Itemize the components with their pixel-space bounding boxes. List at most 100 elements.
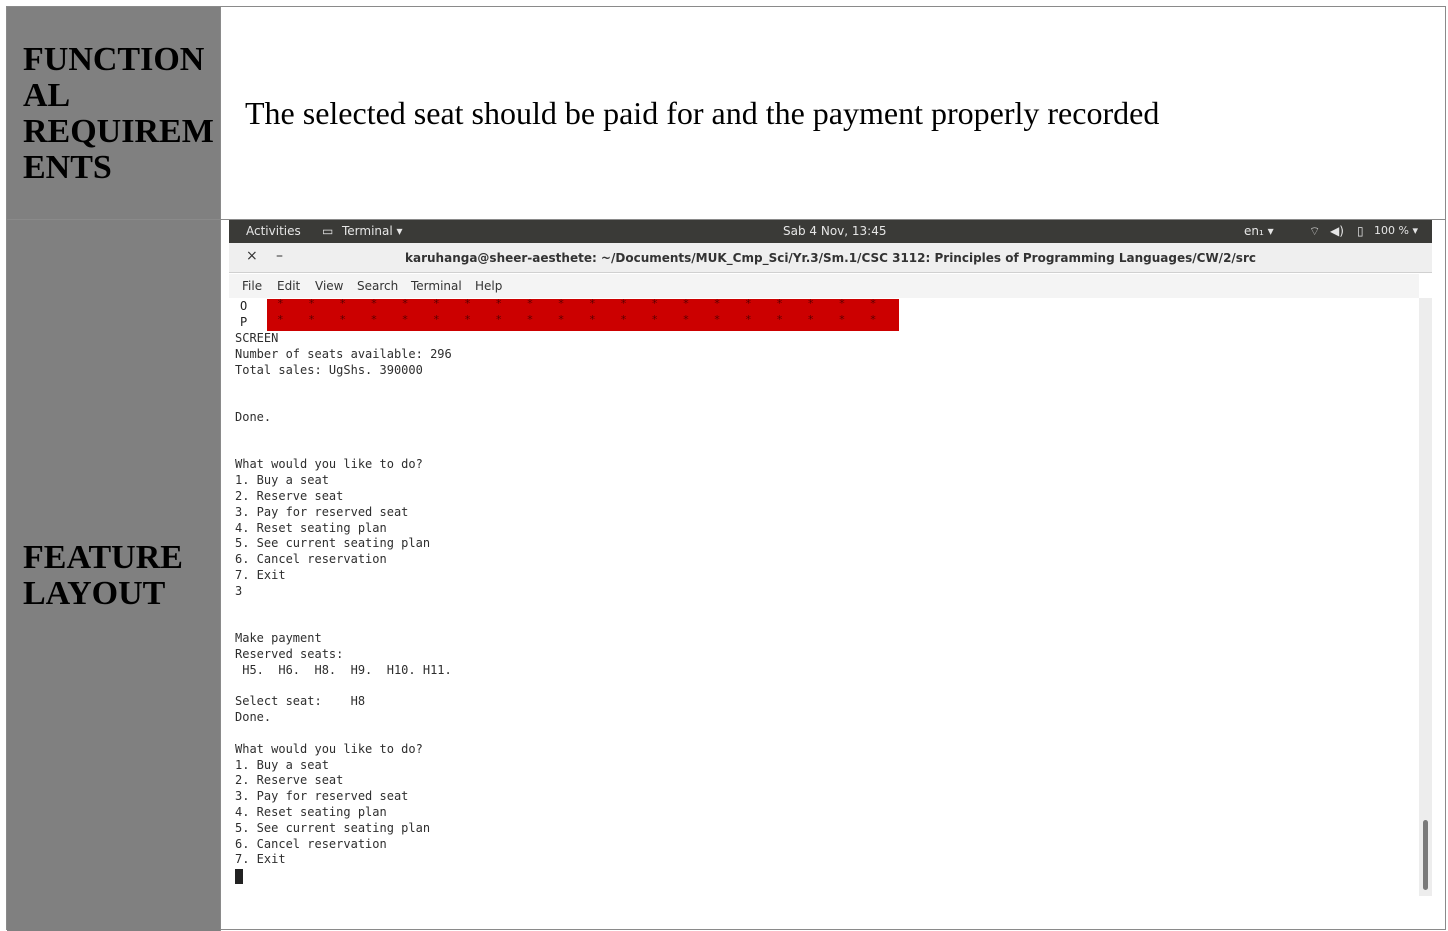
seat-star: * — [401, 313, 409, 326]
seat-row-bar: * * * * * * * * * * * * * * * * * * * * — [267, 313, 899, 331]
battery-level[interactable]: 100 % ▾ — [1374, 224, 1418, 237]
terminal-line: 4. Reset seating plan — [235, 520, 387, 535]
terminal-line: 3. Pay for reserved seat — [235, 504, 409, 519]
terminal-line: Number of seats available: 296 — [235, 346, 452, 361]
seat-star: * — [339, 313, 347, 326]
menu-file[interactable]: File — [242, 279, 262, 293]
seat-star: * — [526, 297, 534, 310]
terminal-line: 1. Buy a seat — [235, 473, 329, 488]
seat-row: P * * * * * * * * * * * * * * * * * * * * — [229, 313, 909, 331]
terminal-line: H5. H6. H8. H9. H10. H11. — [235, 662, 452, 677]
scrollbar-thumb[interactable] — [1423, 820, 1428, 890]
seat-star: * — [745, 313, 752, 326]
seat-star: * — [464, 297, 471, 310]
clock[interactable]: Sab 4 Nov, 13:45 — [783, 224, 886, 238]
seat-star: * — [682, 313, 690, 326]
terminal-line: 4. Reset seating plan — [235, 805, 387, 819]
terminal-cursor — [235, 869, 243, 885]
terminal-line: 6. Cancel reservation — [235, 552, 387, 567]
terminal-output[interactable]: O * * * * * * * * * * * * * * * * * * * * P * * * * * * * * * * * * * * *… — [229, 297, 1419, 896]
volume-icon[interactable]: ◀) — [1330, 224, 1344, 238]
wifi-icon[interactable]: ⌔ — [1309, 224, 1320, 239]
terminal-line: Done. — [235, 710, 272, 725]
language-indicator[interactable]: en₁ ▾ — [1244, 224, 1274, 238]
seat-star: * — [526, 313, 534, 326]
seat-star: * — [838, 297, 846, 310]
seat-star: * — [339, 297, 347, 310]
seat-star: * — [620, 297, 627, 310]
terminal-scrollbar[interactable] — [1419, 298, 1432, 896]
terminal-app-icon: ▭ — [322, 224, 334, 238]
seat-star: * — [651, 297, 659, 310]
seat-star: * — [557, 297, 565, 310]
terminal-screenshot: Activities ▭ Terminal ▾ Sab 4 Nov, 13:45… — [229, 220, 1432, 896]
seat-star: * — [495, 297, 503, 310]
activities-button[interactable]: Activities — [246, 224, 301, 238]
seat-star: * — [713, 297, 721, 310]
seat-star: * — [401, 297, 409, 310]
terminal-line: 7. Exit — [235, 568, 286, 582]
terminal-menubar: File Edit View Search Terminal Help — [229, 274, 1419, 298]
seat-star: * — [807, 313, 815, 326]
seat-row-label: O — [240, 299, 248, 313]
terminal-line: Make payment — [235, 631, 322, 646]
seat-star: * — [557, 313, 565, 326]
terminal-line: 7. Exit — [235, 852, 286, 867]
seat-star: * — [308, 313, 315, 326]
seat-star: * — [277, 313, 284, 326]
window-titlebar: × – karuhanga@sheer-aesthete: ~/Document… — [229, 243, 1432, 273]
requirements-value-cell: The selected seat should be paid for and… — [221, 7, 1445, 220]
seat-star: * — [433, 297, 440, 310]
terminal-line: 1. Buy a seat — [235, 757, 329, 772]
terminal-line: 2. Reserve seat — [235, 773, 344, 788]
terminal-line: 3 — [235, 583, 243, 598]
seat-star: * — [651, 313, 659, 326]
seat-star: * — [776, 313, 783, 326]
terminal-line: 5. See current seating plan — [235, 536, 431, 551]
seat-star: * — [869, 297, 877, 310]
requirements-label-cell: FUNCTION AL REQUIREM ENTS — [7, 7, 221, 220]
seat-star: * — [776, 297, 783, 310]
app-menu-button[interactable]: Terminal ▾ — [342, 224, 403, 238]
gnome-top-bar: Activities ▭ Terminal ▾ Sab 4 Nov, 13:45… — [229, 220, 1432, 243]
menu-view[interactable]: View — [315, 279, 343, 293]
terminal-line: What would you like to do? — [235, 741, 423, 756]
terminal-line: What would you like to do? — [235, 457, 423, 472]
seat-star: * — [464, 313, 471, 326]
seat-row-bar: * * * * * * * * * * * * * * * * * * * * — [267, 297, 899, 315]
terminal-line: 3. Pay for reserved seat — [235, 789, 409, 804]
seat-star: * — [308, 297, 315, 310]
seat-star: * — [277, 297, 284, 310]
terminal-line: 6. Cancel reservation — [235, 836, 387, 851]
seat-star: * — [589, 313, 596, 326]
window-title: karuhanga@sheer-aesthete: ~/Documents/MU… — [405, 251, 1256, 265]
feature-label-cell: FEATURE LAYOUT — [7, 220, 221, 931]
seat-row-label: P — [240, 315, 248, 329]
seat-star: * — [682, 297, 690, 310]
requirements-text: The selected seat should be paid for and… — [245, 95, 1160, 131]
battery-icon[interactable]: ▯ — [1357, 224, 1364, 238]
requirements-label: FUNCTION AL REQUIREM ENTS — [23, 41, 214, 186]
seat-star: * — [370, 297, 378, 310]
seat-star: * — [838, 313, 846, 326]
seat-star: * — [807, 297, 815, 310]
seat-star: * — [620, 313, 627, 326]
seat-star: * — [713, 313, 721, 326]
seat-star: * — [589, 297, 596, 310]
menu-search[interactable]: Search — [357, 279, 398, 293]
seat-star: * — [370, 313, 378, 326]
terminal-line: Done. — [235, 410, 272, 424]
seat-star: * — [495, 313, 503, 326]
terminal-line: Select seat: H8 — [235, 694, 366, 709]
terminal-line: 2. Reserve seat — [235, 489, 344, 503]
terminal-line: 5. See current seating plan — [235, 820, 431, 835]
seat-star: * — [869, 313, 877, 326]
seat-row: O * * * * * * * * * * * * * * * * * * * * — [229, 297, 909, 315]
menu-edit[interactable]: Edit — [277, 279, 300, 293]
seat-star: * — [433, 313, 440, 326]
menu-help[interactable]: Help — [475, 279, 502, 293]
seat-star: * — [745, 297, 752, 310]
menu-terminal[interactable]: Terminal — [411, 279, 462, 293]
terminal-line: Total sales: UgShs. 390000 — [235, 362, 423, 377]
feature-label: FEATURE LAYOUT — [23, 539, 183, 612]
